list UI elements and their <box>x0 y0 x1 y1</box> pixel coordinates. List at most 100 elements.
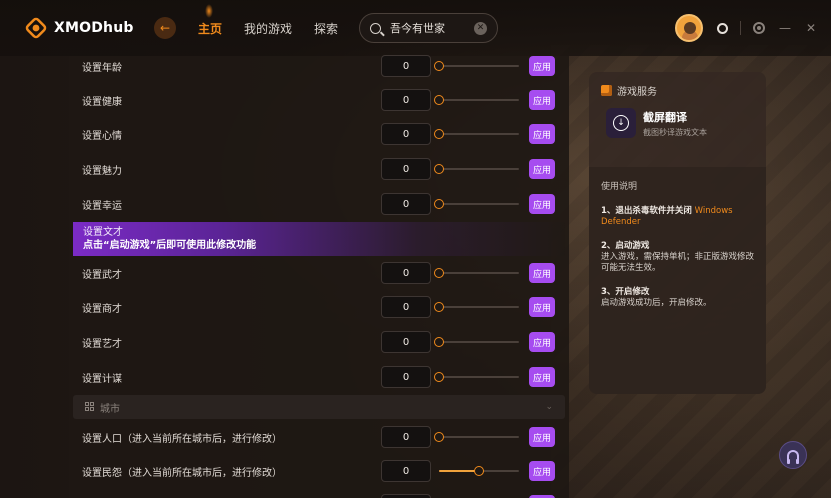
value-slider[interactable] <box>434 164 519 174</box>
launch-notice-banner: 设置文才 点击“启动游戏”后即可使用此修改功能 <box>73 222 565 256</box>
search-input[interactable] <box>390 21 470 35</box>
logo[interactable]: XMODhub <box>23 15 144 41</box>
apply-button[interactable]: 应用 <box>529 194 555 214</box>
instructions: 使用说明 1、退出杀毒软件并关闭 Windows Defender 2、启动游戏… <box>589 167 766 394</box>
avatar[interactable] <box>675 14 703 42</box>
mod-row: 设置商才 应用 <box>69 290 569 324</box>
mod-row: 设置幸运 应用 <box>69 187 569 221</box>
mod-label: 设置健康 <box>82 96 122 108</box>
clear-search-icon[interactable]: ✕ <box>474 21 487 35</box>
step-3-title: 3、开启修改 <box>601 287 650 297</box>
mod-row: 设置艺才 应用 <box>69 325 569 359</box>
value-slider[interactable] <box>434 302 519 312</box>
apply-button[interactable]: 应用 <box>529 332 555 352</box>
value-slider[interactable] <box>434 268 519 278</box>
back-button[interactable]: ← <box>154 17 176 39</box>
cube-icon <box>601 85 612 96</box>
support-button[interactable] <box>779 441 807 469</box>
value-input[interactable] <box>381 494 431 498</box>
value-slider[interactable] <box>434 337 519 347</box>
mod-row: 设置民怨（进入当前所在城市后，进行修改） 应用 <box>69 454 569 488</box>
top-right-controls: — ✕ <box>675 14 831 42</box>
help-title: 使用说明 <box>601 182 638 192</box>
logo-icon <box>23 15 49 41</box>
value-input[interactable] <box>381 296 431 318</box>
mod-row: 设置心情 应用 <box>69 117 569 151</box>
app-icon: ↓ <box>606 108 636 138</box>
apply-button[interactable]: 应用 <box>529 297 555 317</box>
search-box: ✕ <box>359 13 498 43</box>
mod-row: 设置魅力 应用 <box>69 152 569 186</box>
value-input[interactable] <box>381 460 431 482</box>
headset-icon <box>787 450 799 464</box>
close-button[interactable]: ✕ <box>805 21 817 35</box>
apply-button[interactable]: 应用 <box>529 263 555 283</box>
value-input[interactable] <box>381 89 431 111</box>
value-slider[interactable] <box>434 61 519 71</box>
side-panel: 游戏服务 ↓ 截屏翻译 截图秒译游戏文本 使用说明 1、退出杀毒软件并关闭 Wi… <box>589 72 766 394</box>
top-bar: XMODhub ← 主页 我的游戏 探索 ✕ — ✕ <box>0 0 831 56</box>
mod-label: 设置心情 <box>82 130 122 142</box>
mod-list: 设置年龄 应用 设置健康 应用 设置心情 应用 设置魅力 应用 设置幸运 应用 … <box>69 55 569 498</box>
apply-button[interactable]: 应用 <box>529 427 555 447</box>
app-name: 截屏翻译 <box>643 110 687 124</box>
nav-my-games[interactable]: 我的游戏 <box>244 20 292 37</box>
value-slider[interactable] <box>434 129 519 139</box>
apply-button[interactable]: 应用 <box>529 461 555 481</box>
mod-label: 设置商才 <box>82 303 122 315</box>
value-slider[interactable] <box>434 432 519 442</box>
mod-label: 设置人口（进入当前所在城市后，进行修改） <box>82 433 282 445</box>
nav-explore[interactable]: 探索 <box>314 20 338 37</box>
value-input[interactable] <box>381 426 431 448</box>
mod-row: 设置健康 应用 <box>69 83 569 117</box>
section-header-city[interactable]: 城市 ⌄ <box>73 395 565 419</box>
search-icon <box>370 22 381 34</box>
app-desc: 截图秒译游戏文本 <box>643 127 707 137</box>
mod-row: 设置武才 应用 <box>69 256 569 290</box>
chevron-down-icon: ⌄ <box>545 402 553 412</box>
game-services: 游戏服务 ↓ 截屏翻译 截图秒译游戏文本 <box>589 72 766 156</box>
apply-button[interactable]: 应用 <box>529 159 555 179</box>
logo-text: XMODhub <box>54 20 134 36</box>
service-header: 游戏服务 <box>601 83 657 98</box>
mod-label: 设置计谋 <box>82 373 122 385</box>
value-slider[interactable] <box>439 466 519 476</box>
value-slider[interactable] <box>434 95 519 105</box>
mod-row: 设置年龄 应用 <box>69 49 569 83</box>
mod-label: 设置幸运 <box>82 200 122 212</box>
mod-label: 设置年龄 <box>82 62 122 74</box>
apply-button[interactable]: 应用 <box>529 367 555 387</box>
value-slider[interactable] <box>434 372 519 382</box>
screenshot-translate-card[interactable]: ↓ 截屏翻译 截图秒译游戏文本 <box>606 108 707 138</box>
section-label: 城市 <box>100 403 120 415</box>
settings-icon[interactable] <box>753 22 765 34</box>
minimize-button[interactable]: — <box>779 21 791 35</box>
apply-button[interactable]: 应用 <box>529 56 555 76</box>
download-icon: ↓ <box>613 115 629 131</box>
value-input[interactable] <box>381 193 431 215</box>
divider <box>740 21 741 35</box>
step-1: 1、退出杀毒软件并关闭 Windows Defender <box>601 206 754 228</box>
notice-title: 设置文才 <box>83 227 123 238</box>
value-input[interactable] <box>381 158 431 180</box>
mod-row: 设置计谋 应用 <box>69 360 569 394</box>
value-slider[interactable] <box>434 199 519 209</box>
mod-label: 设置魅力 <box>82 165 122 177</box>
value-input[interactable] <box>381 366 431 388</box>
mod-row-partial <box>69 488 569 498</box>
step-1-title: 1、退出杀毒软件并关闭 <box>601 206 692 216</box>
mod-label: 设置武才 <box>82 269 122 281</box>
value-input[interactable] <box>381 123 431 145</box>
mod-row: 设置人口（进入当前所在城市后，进行修改） 应用 <box>69 420 569 454</box>
notification-icon[interactable] <box>717 22 728 34</box>
value-input[interactable] <box>381 331 431 353</box>
step-2: 2、启动游戏 进入游戏，需保持单机；非正版游戏修改可能无法生效。 <box>601 241 754 274</box>
nav-home[interactable]: 主页 <box>198 3 222 37</box>
apply-button[interactable]: 应用 <box>529 124 555 144</box>
value-input[interactable] <box>381 55 431 77</box>
apply-button[interactable]: 应用 <box>529 90 555 110</box>
service-title: 游戏服务 <box>617 87 657 98</box>
step-2-title: 2、启动游戏 <box>601 241 650 251</box>
arrow-left-icon: ← <box>159 21 171 35</box>
value-input[interactable] <box>381 262 431 284</box>
